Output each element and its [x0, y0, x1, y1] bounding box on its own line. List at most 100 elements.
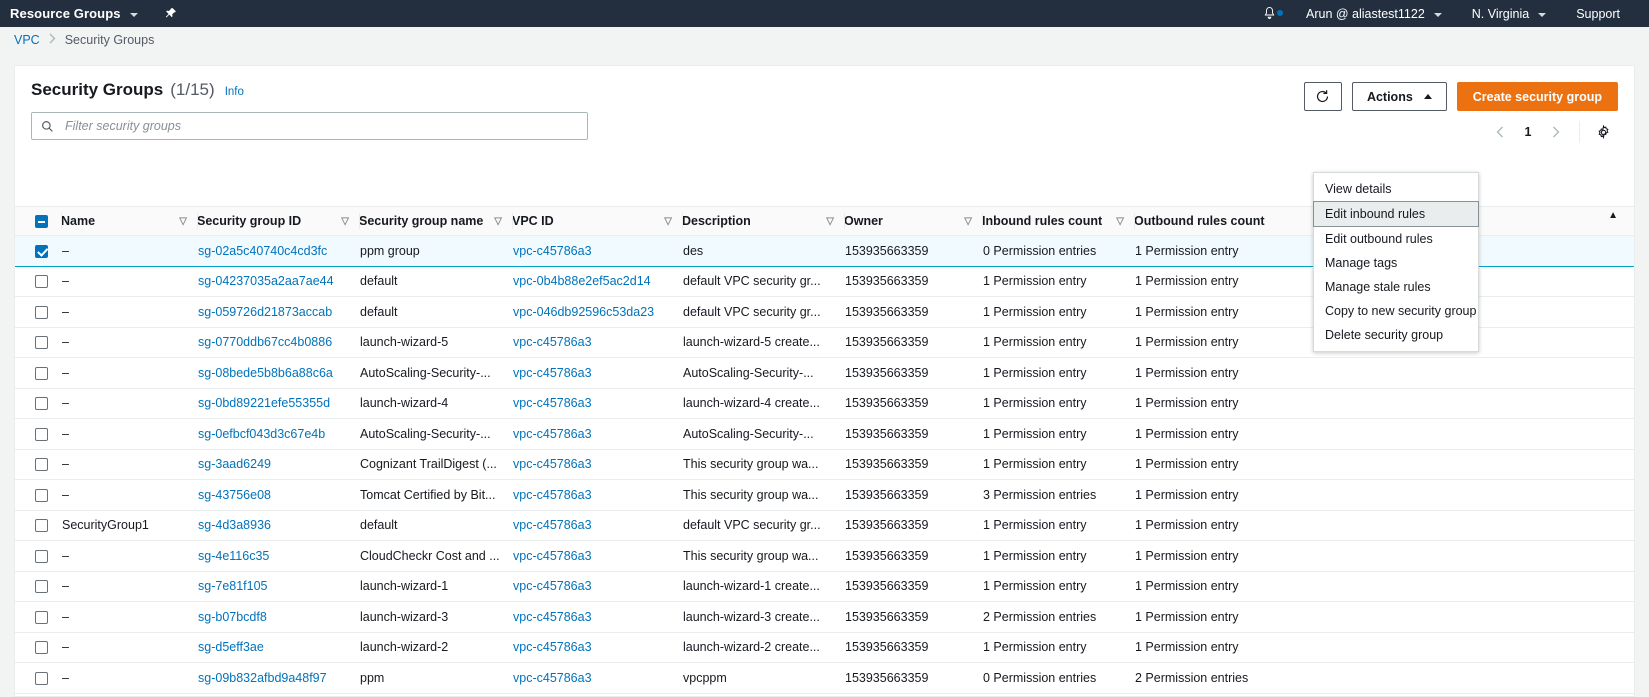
- row-checkbox-cell[interactable]: [15, 480, 61, 511]
- table-row[interactable]: –sg-43756e08Tomcat Certified by Bit...vp…: [15, 480, 1634, 511]
- actions-button[interactable]: Actions: [1352, 82, 1447, 111]
- table-row[interactable]: SecurityGroup1sg-4d3a8936defaultvpc-c457…: [15, 510, 1634, 541]
- menu-item-copy-to-new-security-group[interactable]: Copy to new security group: [1314, 299, 1478, 323]
- create-security-group-button[interactable]: Create security group: [1457, 82, 1618, 111]
- cell-security-group-id[interactable]: sg-0bd89221efe55355d: [197, 388, 359, 419]
- cell-vpc-id[interactable]: vpc-c45786a3: [512, 571, 682, 602]
- cell-vpc-id[interactable]: vpc-c45786a3: [512, 388, 682, 419]
- cell-vpc-id[interactable]: vpc-c45786a3: [512, 663, 682, 694]
- next-page-icon[interactable]: [1541, 118, 1571, 146]
- row-checkbox-cell[interactable]: [15, 571, 61, 602]
- cell-vpc-id[interactable]: vpc-c45786a3: [512, 358, 682, 389]
- cell-vpc-id[interactable]: vpc-c45786a3: [512, 327, 682, 358]
- menu-item-edit-inbound-rules[interactable]: Edit inbound rules: [1313, 201, 1479, 227]
- cell-vpc-id[interactable]: vpc-c45786a3: [512, 449, 682, 480]
- row-checkbox-cell[interactable]: [15, 510, 61, 541]
- resource-groups-menu[interactable]: Resource Groups: [10, 6, 121, 21]
- column-header-security-group-name[interactable]: Security group name ▽: [359, 207, 512, 236]
- row-checkbox-cell[interactable]: [15, 327, 61, 358]
- row-checkbox-cell[interactable]: [15, 663, 61, 694]
- column-header-description[interactable]: Description ▽: [682, 207, 844, 236]
- row-checkbox[interactable]: [35, 275, 48, 288]
- menu-item-manage-tags[interactable]: Manage tags: [1314, 251, 1478, 275]
- row-checkbox[interactable]: [35, 336, 48, 349]
- row-checkbox[interactable]: [35, 245, 48, 258]
- row-checkbox-cell[interactable]: [15, 602, 61, 633]
- column-header-name[interactable]: Name ▽: [61, 207, 197, 236]
- cell-vpc-id[interactable]: vpc-c45786a3: [512, 632, 682, 663]
- column-header-owner[interactable]: Owner ▽: [844, 207, 982, 236]
- cell-vpc-id[interactable]: vpc-c45786a3: [512, 602, 682, 633]
- cell-vpc-id[interactable]: vpc-046db92596c53da23: [512, 297, 682, 328]
- menu-item-edit-outbound-rules[interactable]: Edit outbound rules: [1314, 227, 1478, 251]
- column-header-inbound-rules-count[interactable]: Inbound rules count ▽: [982, 207, 1134, 236]
- breadcrumb-item-security-groups[interactable]: Security Groups: [65, 33, 155, 47]
- support-menu[interactable]: Support: [1561, 0, 1635, 27]
- sort-icon[interactable]: ▽: [664, 216, 672, 227]
- cell-vpc-id[interactable]: vpc-c45786a3: [512, 236, 682, 267]
- row-checkbox-cell[interactable]: [15, 358, 61, 389]
- cell-security-group-id[interactable]: sg-0770ddb67cc4b0886: [197, 327, 359, 358]
- region-menu[interactable]: N. Virginia: [1457, 0, 1561, 27]
- row-checkbox-cell[interactable]: [15, 297, 61, 328]
- sort-icon[interactable]: ▽: [964, 216, 972, 227]
- table-row[interactable]: –sg-4e116c35CloudCheckr Cost and ...vpc-…: [15, 541, 1634, 572]
- table-row[interactable]: –sg-3aad6249Cognizant TrailDigest (...vp…: [15, 449, 1634, 480]
- row-checkbox-cell[interactable]: [15, 266, 61, 297]
- cell-security-group-id[interactable]: sg-04237035a2aa7ae44: [197, 266, 359, 297]
- menu-item-view-details[interactable]: View details: [1314, 177, 1478, 201]
- row-checkbox[interactable]: [35, 367, 48, 380]
- column-header-vpc-id[interactable]: VPC ID ▽: [512, 207, 682, 236]
- info-link[interactable]: Info: [225, 86, 244, 98]
- sort-icon[interactable]: ▽: [1116, 216, 1124, 227]
- row-checkbox-cell[interactable]: [15, 236, 61, 267]
- prev-page-icon[interactable]: [1485, 118, 1515, 146]
- sort-icon[interactable]: ▽: [179, 216, 187, 227]
- search-box[interactable]: [31, 112, 588, 140]
- table-row[interactable]: –sg-d5eff3aelaunch-wizard-2vpc-c45786a3l…: [15, 632, 1634, 663]
- account-menu[interactable]: Arun @ aliastest1122: [1291, 0, 1457, 27]
- cell-security-group-id[interactable]: sg-02a5c40740c4cd3fc: [197, 236, 359, 267]
- row-checkbox[interactable]: [35, 428, 48, 441]
- cell-security-group-id[interactable]: sg-4d3a8936: [197, 510, 359, 541]
- select-all-checkbox[interactable]: [35, 215, 48, 228]
- gear-icon[interactable]: [1588, 118, 1618, 146]
- row-checkbox[interactable]: [35, 672, 48, 685]
- sort-icon[interactable]: ▽: [341, 216, 349, 227]
- table-row[interactable]: –sg-09b832afbd9a48f97ppmvpc-c45786a3vpcp…: [15, 663, 1634, 694]
- row-checkbox[interactable]: [35, 550, 48, 563]
- column-header-outbound-rules-count[interactable]: Outbound rules count: [1134, 207, 1314, 236]
- cell-vpc-id[interactable]: vpc-c45786a3: [512, 541, 682, 572]
- chevron-down-icon[interactable]: [130, 13, 138, 17]
- row-checkbox[interactable]: [35, 489, 48, 502]
- row-checkbox-cell[interactable]: [15, 419, 61, 450]
- collapse-columns-icon[interactable]: ▲: [1608, 210, 1618, 221]
- table-row[interactable]: –sg-0efbcf043d3c67e4bAutoScaling-Securit…: [15, 419, 1634, 450]
- cell-security-group-id[interactable]: sg-d5eff3ae: [197, 632, 359, 663]
- cell-vpc-id[interactable]: vpc-0b4b88e2ef5ac2d14: [512, 266, 682, 297]
- table-row[interactable]: –sg-0bd89221efe55355dlaunch-wizard-4vpc-…: [15, 388, 1634, 419]
- row-checkbox[interactable]: [35, 306, 48, 319]
- refresh-button[interactable]: [1304, 82, 1342, 111]
- row-checkbox[interactable]: [35, 611, 48, 624]
- menu-item-delete-security-group[interactable]: Delete security group: [1314, 323, 1478, 347]
- pin-icon[interactable]: [164, 7, 177, 20]
- row-checkbox[interactable]: [35, 519, 48, 532]
- row-checkbox[interactable]: [35, 580, 48, 593]
- table-row[interactable]: –sg-08bede5b8b6a88c6aAutoScaling-Securit…: [15, 358, 1634, 389]
- row-checkbox[interactable]: [35, 397, 48, 410]
- search-input[interactable]: [63, 118, 578, 134]
- sort-icon[interactable]: ▽: [826, 216, 834, 227]
- menu-item-manage-stale-rules[interactable]: Manage stale rules: [1314, 275, 1478, 299]
- row-checkbox-cell[interactable]: [15, 632, 61, 663]
- cell-security-group-id[interactable]: sg-3aad6249: [197, 449, 359, 480]
- cell-security-group-id[interactable]: sg-08bede5b8b6a88c6a: [197, 358, 359, 389]
- column-header-security-group-id[interactable]: Security group ID ▽: [197, 207, 359, 236]
- cell-security-group-id[interactable]: sg-4e116c35: [197, 541, 359, 572]
- row-checkbox-cell[interactable]: [15, 449, 61, 480]
- row-checkbox-cell[interactable]: [15, 388, 61, 419]
- cell-security-group-id[interactable]: sg-b07bcdf8: [197, 602, 359, 633]
- cell-vpc-id[interactable]: vpc-c45786a3: [512, 419, 682, 450]
- sort-icon[interactable]: ▽: [494, 216, 502, 227]
- bell-icon[interactable]: [1252, 6, 1291, 21]
